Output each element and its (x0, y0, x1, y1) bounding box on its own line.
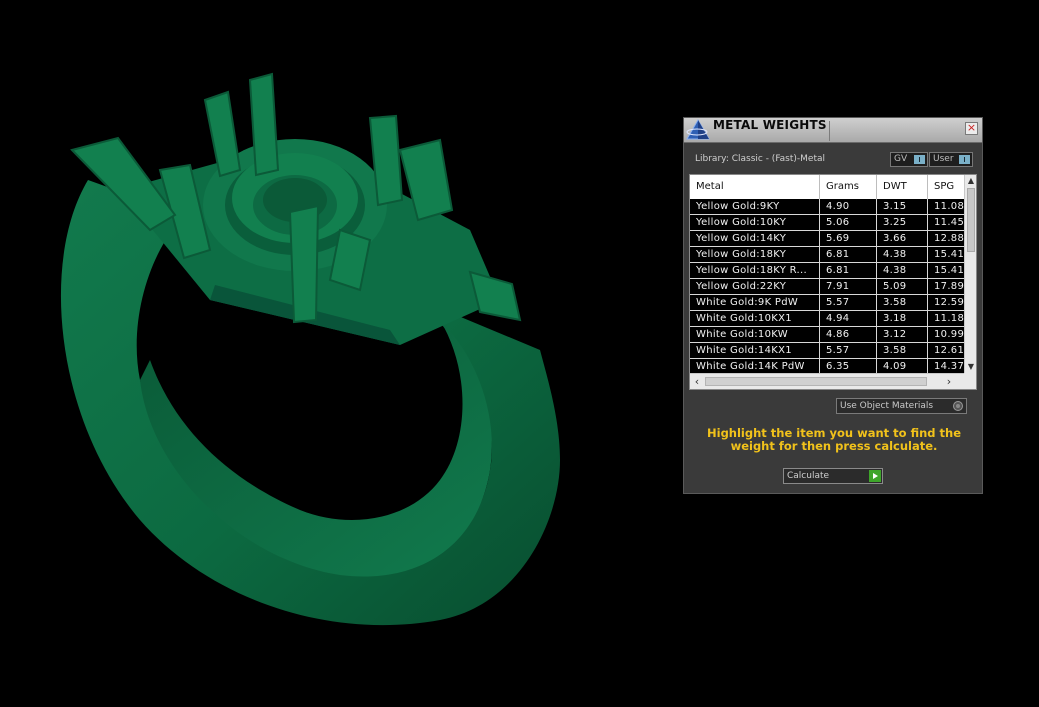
calculate-button[interactable]: Calculate (783, 468, 883, 484)
cell-grams: 4.86 (820, 327, 877, 343)
panel-title: METAL WEIGHTS (713, 118, 827, 132)
cell-metal: White Gold:10KX1 (690, 311, 820, 327)
gv-toggle-label: GV (894, 154, 908, 164)
cell-spg: 12.59 (934, 297, 964, 308)
cell-dwt: 3.12 (877, 327, 928, 343)
table-row[interactable]: White Gold:14KX1 5.57 3.58 12.61 (690, 343, 964, 359)
table-row[interactable]: Yellow Gold:10KY 5.06 3.25 11.45 (690, 215, 964, 231)
cell-spg: 11.08 (934, 201, 964, 212)
horizontal-scroll-thumb[interactable] (705, 377, 927, 386)
user-toggle-label: User (933, 154, 954, 164)
cell-dwt: 3.66 (877, 231, 928, 247)
cell-metal: White Gold:10KW (690, 327, 820, 343)
cell-spg: 11.18 (934, 313, 964, 324)
titlebar-divider (829, 121, 830, 141)
cell-spg: 15.41 (934, 265, 964, 276)
calculate-label: Calculate (787, 471, 830, 481)
table-row[interactable]: Yellow Gold:18KY 6.81 4.38 15.41 (690, 247, 964, 263)
table-row[interactable]: Yellow Gold:18KY R... 6.81 4.38 15.41 (690, 263, 964, 279)
table-row[interactable]: White Gold:9K PdW 5.57 3.58 12.59 (690, 295, 964, 311)
column-header-grams[interactable]: Grams (820, 175, 877, 199)
cell-metal: Yellow Gold:22KY (690, 279, 820, 295)
cell-dwt: 3.25 (877, 215, 928, 231)
cell-metal: Yellow Gold:18KY (690, 247, 820, 263)
cell-metal: White Gold:14K PdW (690, 359, 820, 373)
scroll-corner (964, 373, 976, 389)
table-row[interactable]: White Gold:10KW 4.86 3.12 10.99 (690, 327, 964, 343)
metal-table: Metal Grams DWT SPG Yellow Gold:9KY 4.90 3… (689, 174, 977, 390)
cell-grams: 5.69 (820, 231, 877, 247)
cell-metal: Yellow Gold:9KY (690, 199, 820, 215)
cell-spg: 17.89 (934, 281, 964, 292)
cell-dwt: 4.09 (877, 359, 928, 373)
user-toggle[interactable]: User (929, 152, 973, 167)
cell-spg: 12.88 (934, 233, 964, 244)
cell-metal: Yellow Gold:14KY (690, 231, 820, 247)
play-arrow-icon (869, 470, 881, 482)
close-icon[interactable]: × (965, 122, 978, 135)
horizontal-scrollbar[interactable]: ‹ › (690, 373, 964, 389)
column-header-dwt[interactable]: DWT (877, 175, 928, 199)
scroll-up-icon[interactable]: ▲ (965, 175, 976, 187)
cell-grams: 5.57 (820, 295, 877, 311)
cell-dwt: 3.15 (877, 199, 928, 215)
vertical-scrollbar[interactable]: ▲ ▼ (964, 175, 976, 373)
cell-grams: 4.94 (820, 311, 877, 327)
cell-grams: 6.81 (820, 247, 877, 263)
cell-dwt: 3.58 (877, 343, 928, 359)
table-body: Yellow Gold:9KY 4.90 3.15 11.08 Yellow Gold:… (690, 199, 964, 373)
toggle-indicator-icon (959, 155, 970, 164)
scroll-right-icon[interactable]: › (942, 374, 956, 389)
toggle-indicator-icon (914, 155, 925, 164)
cell-dwt: 4.38 (877, 247, 928, 263)
cell-metal: Yellow Gold:10KY (690, 215, 820, 231)
instruction-text: Highlight the item you want to find the … (707, 426, 961, 453)
cell-grams: 4.90 (820, 199, 877, 215)
cell-metal: White Gold:9K PdW (690, 295, 820, 311)
table-row[interactable]: White Gold:14K PdW 6.35 4.09 14.37 (690, 359, 964, 373)
scroll-down-icon[interactable]: ▼ (965, 361, 976, 373)
table-row[interactable]: Yellow Gold:22KY 7.91 5.09 17.89 (690, 279, 964, 295)
use-object-materials-label: Use Object Materials (840, 401, 934, 411)
cell-spg: 15.41 (934, 249, 964, 260)
cell-grams: 7.91 (820, 279, 877, 295)
gv-toggle[interactable]: GV (890, 152, 928, 167)
column-header-metal[interactable]: Metal (690, 175, 820, 199)
cell-dwt: 3.18 (877, 311, 928, 327)
cell-grams: 5.06 (820, 215, 877, 231)
cell-spg: 11.45 (934, 217, 964, 228)
vertical-scroll-thumb[interactable] (967, 188, 975, 252)
cell-grams: 6.81 (820, 263, 877, 279)
pyramid-app-icon (686, 119, 710, 140)
cell-metal: White Gold:14KX1 (690, 343, 820, 359)
table-row[interactable]: Yellow Gold:14KY 5.69 3.66 12.88 (690, 231, 964, 247)
cell-dwt: 5.09 (877, 279, 928, 295)
metal-weights-panel: METAL WEIGHTS × Library: Classic - (Fast… (683, 117, 983, 494)
panel-titlebar[interactable]: METAL WEIGHTS × (684, 118, 982, 143)
cell-spg: 14.37 (934, 361, 964, 372)
table-row[interactable]: White Gold:10KX1 4.94 3.18 11.18 (690, 311, 964, 327)
library-label: Library: Classic - (Fast)-Metal (695, 154, 826, 164)
scroll-left-icon[interactable]: ‹ (690, 374, 704, 389)
table-header: Metal Grams DWT SPG (690, 175, 964, 199)
cell-grams: 6.35 (820, 359, 877, 373)
use-object-materials-option[interactable]: Use Object Materials (836, 398, 967, 414)
cell-metal: Yellow Gold:18KY R... (690, 263, 820, 279)
cell-dwt: 3.58 (877, 295, 928, 311)
cell-spg: 12.61 (934, 345, 964, 356)
column-header-spg[interactable]: SPG (928, 175, 964, 199)
cell-dwt: 4.38 (877, 263, 928, 279)
radio-icon[interactable] (953, 401, 963, 411)
cell-spg: 10.99 (934, 329, 964, 340)
table-row[interactable]: Yellow Gold:9KY 4.90 3.15 11.08 (690, 199, 964, 215)
cell-grams: 5.57 (820, 343, 877, 359)
